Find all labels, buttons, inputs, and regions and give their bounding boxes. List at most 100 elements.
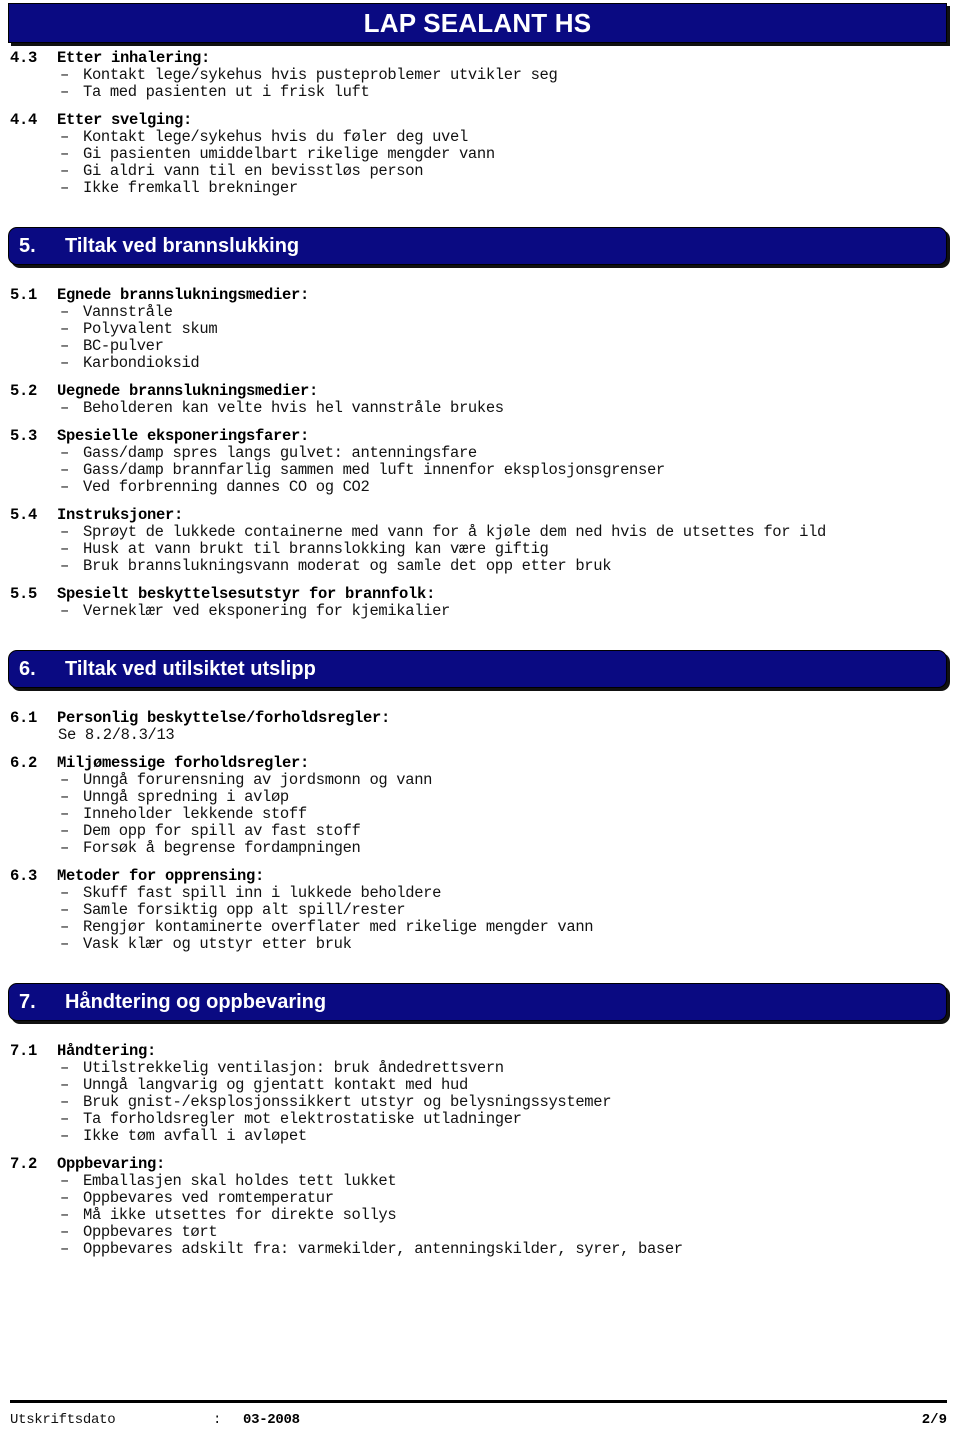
- bullet-item: Gi pasienten umiddelbart rikelige mengde…: [60, 146, 960, 164]
- subsection: 4.4 Etter svelging:Kontakt lege/sykehus h…: [0, 112, 960, 198]
- subsection: 5.5 Spesielt beskyttelsesutstyr for brann…: [0, 586, 960, 621]
- subsection-title: Oppbevaring:: [57, 1155, 166, 1173]
- subsection-number: 6.1: [10, 709, 38, 727]
- subsection: 5.4 Instruksjoner:Sprøyt de lukkede conta…: [0, 507, 960, 576]
- subsection-heading: 5.5 Spesielt beskyttelsesutstyr for brann…: [0, 586, 960, 603]
- subsection-title: Instruksjoner:: [57, 506, 184, 524]
- bullet-item: Ta med pasienten ut i frisk luft: [60, 84, 960, 102]
- subsection-title: Etter svelging:: [57, 111, 193, 129]
- bullet-item: Rengjør kontaminerte overflater med rike…: [60, 919, 960, 937]
- subsection-number: 7.2: [10, 1155, 38, 1173]
- bullet-item: Sprøyt de lukkede containerne med vann f…: [60, 524, 960, 542]
- subsection: 5.1 Egnede brannslukningsmedier:Vannstrål…: [0, 287, 960, 373]
- subsection-number: 4.4: [10, 111, 38, 129]
- section-banner: 7. Håndtering og oppbevaring: [8, 983, 947, 1021]
- bullet-item: Emballasjen skal holdes tett lukket: [60, 1173, 960, 1191]
- subsection-heading: 7.1 Håndtering:: [0, 1043, 960, 1060]
- bullet-item: Kontakt lege/sykehus hvis du føler deg u…: [60, 129, 960, 147]
- footer-print-date-label: Utskriftsdato: [10, 1412, 116, 1428]
- bullet-item: Beholderen kan velte hvis hel vannstråle…: [60, 400, 960, 418]
- bullet-list: Unngå forurensning av jordsmonn og vannU…: [0, 772, 960, 858]
- bullet-item: Polyvalent skum: [60, 321, 960, 339]
- subsection-title: Spesielle eksponeringsfarer:: [57, 427, 310, 445]
- section-title: Tiltak ved brannslukking: [65, 234, 300, 257]
- subsection-title: Miljømessige forholdsregler:: [57, 754, 310, 772]
- bullet-list: Skuff fast spill inn i lukkede beholdere…: [0, 885, 960, 954]
- bullet-item: Gass/damp spres langs gulvet: antennings…: [60, 445, 960, 463]
- bullet-item: Karbondioksid: [60, 355, 960, 373]
- footer-print-date-value: 03-2008: [243, 1412, 300, 1428]
- subsection-number: 5.1: [10, 286, 38, 304]
- section-title: Håndtering og oppbevaring: [65, 990, 327, 1013]
- subsection-heading: 5.2 Uegnede brannslukningsmedier:: [0, 383, 960, 400]
- subsection: 5.3Spesielle eksponeringsfarer:Gass/damp…: [0, 428, 960, 497]
- section-number: 7.: [19, 990, 36, 1013]
- subsection-plain-line: Se 8.2/8.3/13: [58, 726, 175, 744]
- bullet-list: Beholderen kan velte hvis hel vannstråle…: [0, 400, 960, 418]
- subsection-number: 6.2: [10, 754, 38, 772]
- subsection-title: Etter inhalering:: [57, 49, 211, 67]
- bullet-list: Sprøyt de lukkede containerne med vann f…: [0, 524, 960, 576]
- subsection-heading: 6.2 Miljømessige forholdsregler:: [0, 755, 960, 772]
- footer-page-number: 2/9: [921, 1412, 947, 1428]
- subsection-heading: 5.1 Egnede brannslukningsmedier:: [0, 287, 960, 304]
- subsection: 4.3 Etter inhalering:Kontakt lege/sykehus…: [0, 50, 960, 102]
- bullet-item: BC-pulver: [60, 338, 960, 356]
- section-banner: 6. Tiltak ved utilsiktet utslipp: [8, 650, 947, 688]
- subsection: 6.1 Personlig beskyttelse/forholdsregler:…: [0, 710, 960, 744]
- bullet-item: Bruk brannslukningsvann moderat og samle…: [60, 558, 960, 576]
- subsection-number: 6.3: [10, 867, 38, 885]
- subsection: 5.2 Uegnede brannslukningsmedier:Beholder…: [0, 383, 960, 418]
- subsection: 6.3 Metoder for opprensing:Skuff fast spi…: [0, 867, 960, 954]
- bullet-item: Ikke fremkall brekninger: [60, 180, 960, 198]
- bullet-item: Oppbevares tørt: [60, 1224, 960, 1242]
- footer-separator: :: [213, 1412, 222, 1428]
- document-page: LAP SEALANT HS 4.3Etter inhalering:Konta…: [0, 0, 960, 1445]
- subsection-heading: 4.3 Etter inhalering:: [0, 50, 960, 67]
- subsection-title: Personlig beskyttelse/forholdsregler:: [57, 709, 391, 727]
- bullet-item: Gass/damp brannfarlig sammen med luft in…: [60, 462, 960, 480]
- bullet-item: Unngå langvarig og gjentatt kontakt med …: [60, 1077, 960, 1095]
- bullet-item: Gi aldri vann til en bevisstløs person: [60, 163, 960, 181]
- subsection-heading: 5.4 Instruksjoner:: [0, 507, 960, 524]
- subsection-number: 5.2: [10, 382, 38, 400]
- subsection-title: Egnede brannslukningsmedier:: [57, 286, 310, 304]
- section-number: 5.: [19, 234, 36, 257]
- bullet-item: Unngå forurensning av jordsmonn og vann: [60, 772, 960, 790]
- bullet-item: Samle forsiktig opp alt spill/rester: [60, 902, 960, 920]
- bullet-list: Kontakt lege/sykehus hvis du føler deg u…: [0, 129, 960, 198]
- subsection: 7.1 Håndtering:Utilstrekkelig ventilasjon…: [0, 1043, 960, 1146]
- section-banner: 5. Tiltak ved brannslukking: [8, 227, 947, 265]
- bullet-item: Utilstrekkelig ventilasjon: bruk åndedre…: [60, 1060, 960, 1078]
- bullet-item: Ved forbrenning dannes CO og CO2: [60, 479, 960, 497]
- subsection-heading: 5.3 Spesielle eksponeringsfarer:: [0, 428, 960, 445]
- bullet-item: Skuff fast spill inn i lukkede beholdere: [60, 885, 960, 903]
- subsection-number: 5.5: [10, 585, 38, 603]
- subsection-heading: 6.1 Personlig beskyttelse/forholdsregler:: [0, 710, 960, 727]
- bullet-item: Må ikke utsettes for direkte sollys: [60, 1207, 960, 1225]
- footer-divider: [10, 1400, 947, 1403]
- bullet-item: Forsøk å begrense fordampningen: [60, 840, 960, 858]
- subsection-number: 7.1: [10, 1042, 38, 1060]
- bullet-list: VannstrålePolyvalent skumBC-pulverKarbon…: [0, 304, 960, 373]
- subsection: 7.2 Oppbevaring:Emballasjen skal holdes t…: [0, 1155, 960, 1259]
- subsection: 6.2 Miljømessige forholdsregler:Unngå for…: [0, 755, 960, 858]
- bullet-item: Ta forholdsregler mot elektrostatiske ut…: [60, 1111, 960, 1129]
- bullet-item: Vannstråle: [60, 304, 960, 322]
- subsection-title: Håndtering:: [57, 1042, 157, 1060]
- bullet-list: Kontakt lege/sykehus hvis pusteproblemer…: [0, 67, 960, 102]
- bullet-list: Gass/damp spres langs gulvet: antennings…: [0, 445, 960, 497]
- subsection-title: Spesielt beskyttelsesutstyr for brannfol…: [57, 585, 436, 603]
- document-title: LAP SEALANT HS: [363, 8, 592, 38]
- bullet-item: Husk at vann brukt til brannslokking kan…: [60, 541, 960, 559]
- subsection-number: 5.4: [10, 506, 38, 524]
- bullet-item: Verneklær ved eksponering for kjemikalie…: [60, 603, 960, 621]
- footer-row: Utskriftsdato : 03-2008 2/9: [0, 1412, 960, 1434]
- subsection-heading: 4.4 Etter svelging:: [0, 112, 960, 129]
- document-title-banner: LAP SEALANT HS: [8, 3, 947, 43]
- bullet-item: Oppbevares ved romtemperatur: [60, 1190, 960, 1208]
- section-number: 6.: [19, 657, 36, 680]
